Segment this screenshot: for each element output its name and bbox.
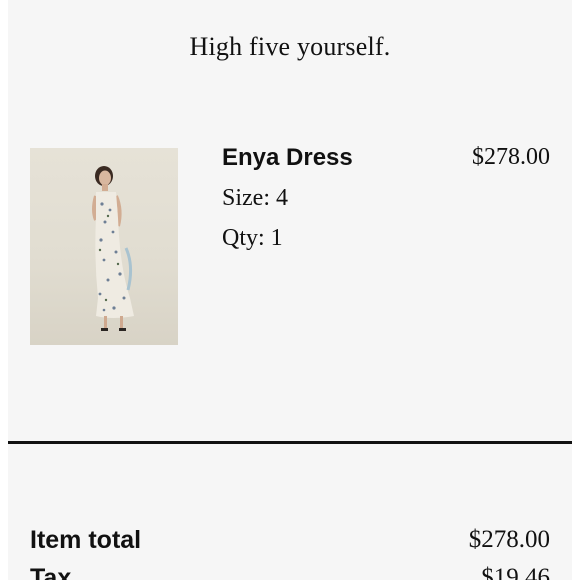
item-total-value: $278.00 xyxy=(468,526,550,553)
item-total-label: Item total xyxy=(30,526,142,554)
order-confirmation-panel: High five yourself. Enya Dress $278.00 S… xyxy=(8,0,572,580)
product-size: Size: 4 xyxy=(222,185,288,211)
product-name[interactable]: Enya Dress xyxy=(222,144,353,172)
product-price: $278.00 xyxy=(472,144,550,170)
dress-photo-icon xyxy=(92,166,134,331)
section-divider xyxy=(8,441,572,444)
tax-label: Tax xyxy=(30,564,72,580)
product-quantity: Qty: 1 xyxy=(222,225,283,251)
tax-value: $19.46 xyxy=(481,564,550,580)
confirmation-headline: High five yourself. xyxy=(189,32,391,61)
product-image[interactable] xyxy=(30,148,178,345)
